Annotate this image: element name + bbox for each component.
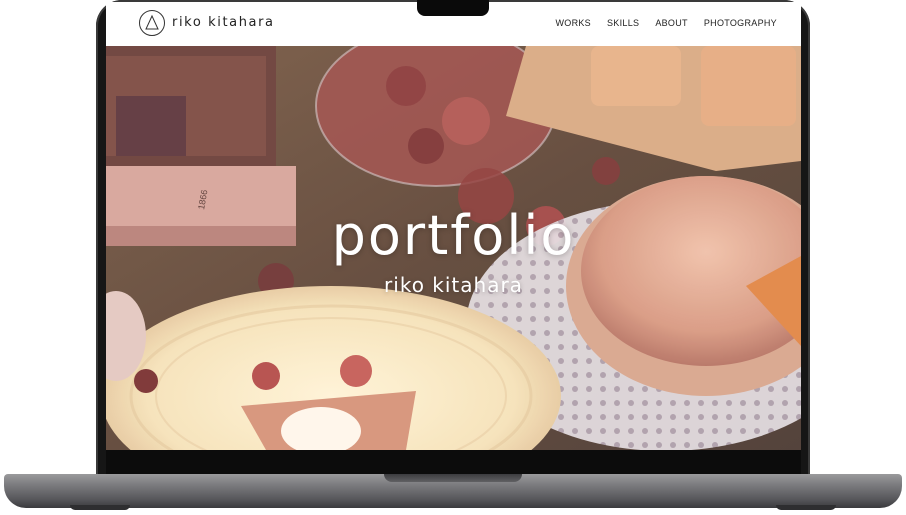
laptop-screen: riko kitahara WORKS SKILLS ABOUT PHOTOGR… bbox=[106, 2, 801, 450]
camera-notch bbox=[417, 0, 489, 16]
nav-item-works[interactable]: WORKS bbox=[555, 18, 591, 28]
laptop-foot-left bbox=[70, 505, 130, 510]
laptop-opening-notch bbox=[384, 474, 522, 482]
screen-chin bbox=[106, 450, 801, 474]
logo-icon[interactable] bbox=[139, 10, 165, 36]
main-nav: WORKS SKILLS ABOUT PHOTOGRAPHY bbox=[555, 18, 777, 28]
laptop-foot-right bbox=[776, 505, 836, 510]
nav-item-about[interactable]: ABOUT bbox=[655, 18, 688, 28]
nav-item-photography[interactable]: PHOTOGRAPHY bbox=[704, 18, 777, 28]
nav-item-skills[interactable]: SKILLS bbox=[607, 18, 639, 28]
hero-title: portfolio bbox=[331, 204, 576, 267]
hero-section: 1866 portfolio riko kitahara bbox=[106, 46, 801, 450]
hero-subtitle: riko kitahara bbox=[384, 273, 523, 297]
site-logo-text[interactable]: riko kitahara bbox=[172, 15, 275, 30]
